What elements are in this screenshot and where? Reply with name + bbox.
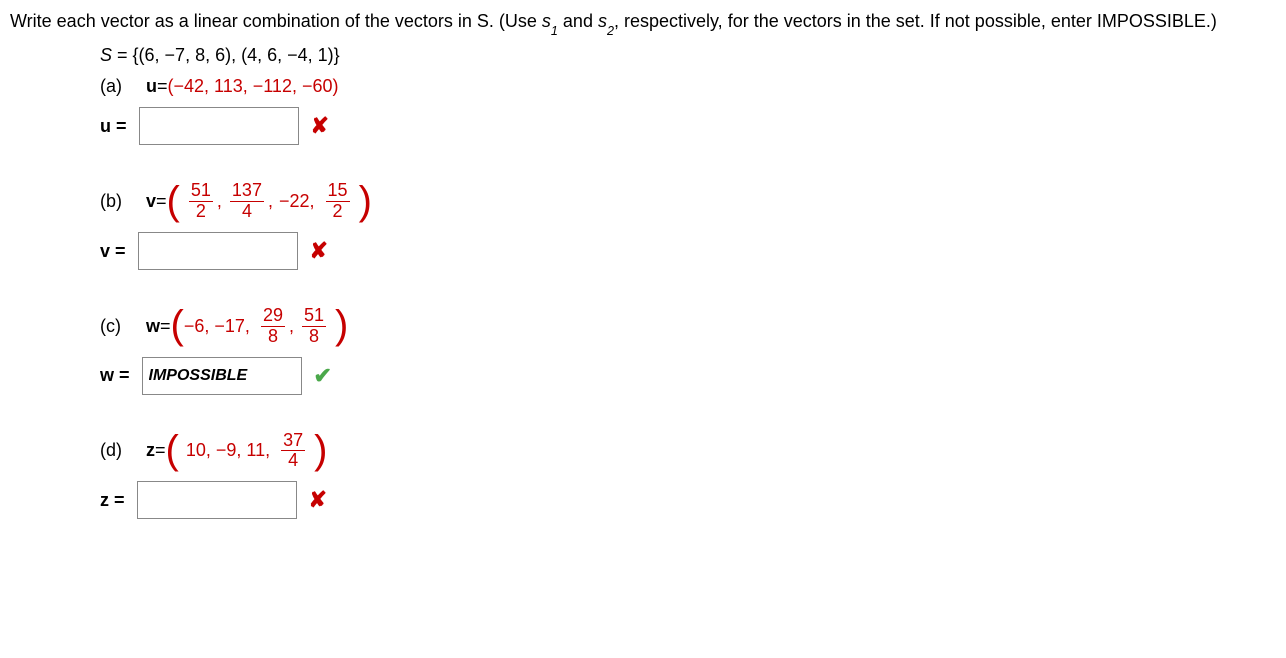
part-a-eq: =	[157, 76, 168, 97]
part-a-target: (−42, 113, −112, −60)	[168, 76, 339, 97]
part-b: (b) v = ( 512 , 1374 , −22, 152 )	[100, 181, 1276, 270]
wrong-icon: ✘	[310, 238, 328, 264]
part-d-answer-label: z =	[100, 490, 125, 511]
set-definition: S = {(6, −7, 8, 6), (4, 6, −4, 1)}	[100, 45, 1276, 66]
part-c-t1: −6, −17,	[184, 316, 250, 337]
frac-num: 15	[326, 181, 350, 202]
part-c-input[interactable]	[142, 357, 302, 395]
part-b-input[interactable]	[138, 232, 298, 270]
set-rhs: {(6, −7, 8, 6), (4, 6, −4, 1)}	[133, 45, 340, 65]
frac-den: 2	[194, 202, 208, 222]
wrong-icon: ✘	[311, 113, 329, 139]
part-a-header: (a) u = (−42, 113, −112, −60)	[100, 76, 1276, 97]
intro-text-1: Write each vector as a linear combinatio…	[10, 11, 542, 31]
part-c-answer-label: w =	[100, 365, 130, 386]
frac-den: 2	[331, 202, 345, 222]
part-b-label: (b)	[100, 191, 146, 212]
part-d-eq: =	[155, 440, 166, 461]
part-c: (c) w = ( −6, −17, 298 , 518 ) w = ✔	[100, 306, 1276, 395]
part-c-header: (c) w = ( −6, −17, 298 , 518 )	[100, 306, 1276, 347]
part-a-input[interactable]	[139, 107, 299, 145]
s2-var: s	[598, 11, 607, 31]
part-a-vec: u	[146, 76, 157, 97]
intro-text-2: and	[558, 11, 598, 31]
part-b-vec: v	[146, 191, 156, 212]
set-lhs: S	[100, 45, 112, 65]
part-a-label: (a)	[100, 76, 146, 97]
s1-sub: 1	[551, 24, 558, 38]
part-a: (a) u = (−42, 113, −112, −60) u = ✘	[100, 76, 1276, 145]
frac-den: 4	[286, 451, 300, 471]
set-eq: =	[112, 45, 133, 65]
wrong-icon: ✘	[309, 487, 327, 513]
frac-den: 8	[266, 327, 280, 347]
intro-text-3: , respectively, for the vectors in the s…	[614, 11, 1217, 31]
part-c-target: ( −6, −17, 298 , 518 )	[171, 306, 349, 347]
instructions-text: Write each vector as a linear combinatio…	[10, 8, 1276, 37]
part-c-eq: =	[160, 316, 171, 337]
frac-num: 51	[189, 181, 213, 202]
part-b-t3: −22,	[279, 191, 315, 212]
frac-den: 4	[240, 202, 254, 222]
frac-num: 51	[302, 306, 326, 327]
s1-var: s	[542, 11, 551, 31]
part-a-answer-label: u =	[100, 116, 127, 137]
part-d-label: (d)	[100, 440, 146, 461]
frac-num: 137	[230, 181, 264, 202]
part-d-input[interactable]	[137, 481, 297, 519]
part-d-target: ( 10, −9, 11, 374 )	[166, 431, 328, 472]
part-c-label: (c)	[100, 316, 146, 337]
part-b-target: ( 512 , 1374 , −22, 152 )	[167, 181, 372, 222]
part-d-vec: z	[146, 440, 155, 461]
part-d-t1: 10, −9, 11,	[186, 440, 270, 461]
part-d-header: (d) z = ( 10, −9, 11, 374 )	[100, 431, 1276, 472]
frac-den: 8	[307, 327, 321, 347]
part-d: (d) z = ( 10, −9, 11, 374 ) z = ✘	[100, 431, 1276, 520]
frac-num: 37	[281, 431, 305, 452]
part-b-header: (b) v = ( 512 , 1374 , −22, 152 )	[100, 181, 1276, 222]
correct-icon: ✔	[314, 363, 332, 389]
frac-num: 29	[261, 306, 285, 327]
part-b-answer-label: v =	[100, 241, 126, 262]
part-b-eq: =	[156, 191, 167, 212]
s2-sub: 2	[607, 24, 614, 38]
part-c-vec: w	[146, 316, 160, 337]
